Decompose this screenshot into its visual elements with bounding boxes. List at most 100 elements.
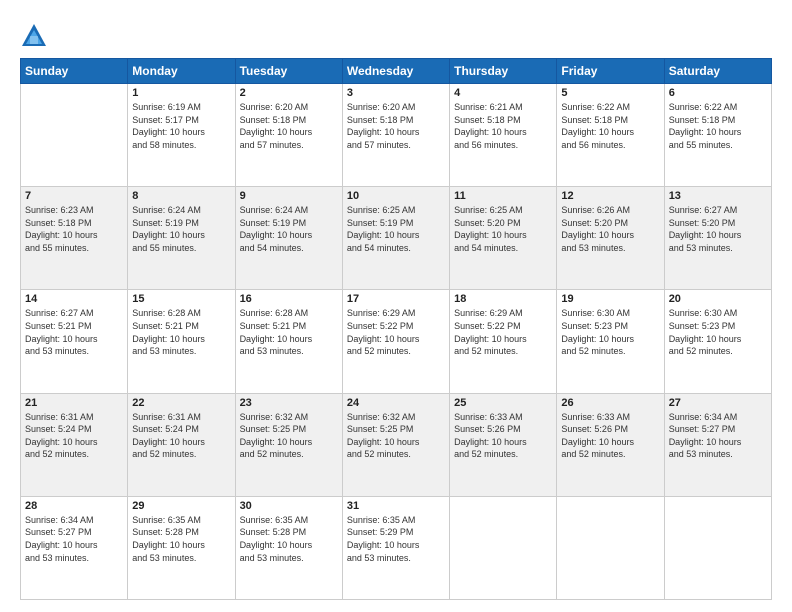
calendar-header-thursday: Thursday [450,59,557,84]
calendar-cell: 31Sunrise: 6:35 AM Sunset: 5:29 PM Dayli… [342,496,449,599]
day-number: 6 [669,87,767,99]
calendar-cell: 15 Sunrise: 6:28 AM Sunset: 5:21 PM Dayli… [128,290,235,393]
day-number: 30 [240,500,338,512]
calendar-cell: 22 Sunrise: 6:31 AM Sunset: 5:24 PM Dayli… [128,393,235,496]
calendar-week-row: 28 Sunrise: 6:34 AM Sunset: 5:27 PM Dayli… [21,496,772,599]
calendar-cell: 6 Sunrise: 6:22 AM Sunset: 5:18 PM Daylig… [664,84,771,187]
day-info: Sunrise: 6:35 AM Sunset: 5:28 PM Dayligh… [240,514,338,564]
day-info: Sunrise: 6:29 AM Sunset: 5:22 PM Dayligh… [454,307,552,357]
day-number: 2 [240,87,338,99]
day-number: 27 [669,397,767,409]
day-info: Sunrise: 6:27 AM Sunset: 5:20 PM Dayligh… [669,204,767,254]
day-number: 4 [454,87,552,99]
day-number: 14 [25,293,123,305]
calendar-cell: 5 Sunrise: 6:22 AM Sunset: 5:18 PM Daylig… [557,84,664,187]
calendar-cell: 23Sunrise: 6:32 AM Sunset: 5:25 PM Dayli… [235,393,342,496]
day-info: Sunrise: 6:24 AM Sunset: 5:19 PM Dayligh… [240,204,338,254]
calendar-cell: 16 Sunrise: 6:28 AM Sunset: 5:21 PM Dayli… [235,290,342,393]
calendar-cell: 10 Sunrise: 6:25 AM Sunset: 5:19 PM Dayli… [342,187,449,290]
header [20,18,772,50]
calendar-cell: 3 Sunrise: 6:20 AM Sunset: 5:18 PM Daylig… [342,84,449,187]
calendar-cell: 14 Sunrise: 6:27 AM Sunset: 5:21 PM Dayli… [21,290,128,393]
calendar-week-row: 21 Sunrise: 6:31 AM Sunset: 5:24 PM Dayli… [21,393,772,496]
calendar-cell: 2 Sunrise: 6:20 AM Sunset: 5:18 PM Daylig… [235,84,342,187]
day-info: Sunrise: 6:22 AM Sunset: 5:18 PM Dayligh… [561,101,659,151]
calendar-header-sunday: Sunday [21,59,128,84]
calendar-cell: 30 Sunrise: 6:35 AM Sunset: 5:28 PM Dayli… [235,496,342,599]
day-number: 28 [25,500,123,512]
day-info: Sunrise: 6:32 AM Sunset: 5:25 PM Dayligh… [240,411,338,461]
day-info: Sunrise: 6:35 AM Sunset: 5:28 PM Dayligh… [132,514,230,564]
day-number: 25 [454,397,552,409]
day-info: Sunrise: 6:26 AM Sunset: 5:20 PM Dayligh… [561,204,659,254]
day-number: 17 [347,293,445,305]
calendar-cell: 17 Sunrise: 6:29 AM Sunset: 5:22 PM Dayli… [342,290,449,393]
day-info: Sunrise: 6:31 AM Sunset: 5:24 PM Dayligh… [132,411,230,461]
calendar-header-friday: Friday [557,59,664,84]
day-number: 26 [561,397,659,409]
day-info: Sunrise: 6:34 AM Sunset: 5:27 PM Dayligh… [25,514,123,564]
calendar-header-monday: Monday [128,59,235,84]
day-info: Sunrise: 6:25 AM Sunset: 5:19 PM Dayligh… [347,204,445,254]
day-number: 5 [561,87,659,99]
calendar-week-row: 1 Sunrise: 6:19 AM Sunset: 5:17 PM Daylig… [21,84,772,187]
day-info: Sunrise: 6:30 AM Sunset: 5:23 PM Dayligh… [669,307,767,357]
day-info: Sunrise: 6:32 AM Sunset: 5:25 PM Dayligh… [347,411,445,461]
day-number: 22 [132,397,230,409]
calendar-cell: 29Sunrise: 6:35 AM Sunset: 5:28 PM Dayli… [128,496,235,599]
calendar-cell [450,496,557,599]
day-info: Sunrise: 6:25 AM Sunset: 5:20 PM Dayligh… [454,204,552,254]
day-info: Sunrise: 6:28 AM Sunset: 5:21 PM Dayligh… [132,307,230,357]
calendar-cell: 24 Sunrise: 6:32 AM Sunset: 5:25 PM Dayli… [342,393,449,496]
day-info: Sunrise: 6:19 AM Sunset: 5:17 PM Dayligh… [132,101,230,151]
day-number: 24 [347,397,445,409]
day-info: Sunrise: 6:27 AM Sunset: 5:21 PM Dayligh… [25,307,123,357]
day-info: Sunrise: 6:33 AM Sunset: 5:26 PM Dayligh… [454,411,552,461]
calendar-cell: 20 Sunrise: 6:30 AM Sunset: 5:23 PM Dayli… [664,290,771,393]
logo [20,22,52,50]
calendar-cell: 13 Sunrise: 6:27 AM Sunset: 5:20 PM Dayli… [664,187,771,290]
calendar-cell [664,496,771,599]
calendar-cell: 9 Sunrise: 6:24 AM Sunset: 5:19 PM Daylig… [235,187,342,290]
day-number: 10 [347,190,445,202]
calendar-cell: 11 Sunrise: 6:25 AM Sunset: 5:20 PM Dayli… [450,187,557,290]
calendar-header-saturday: Saturday [664,59,771,84]
day-info: Sunrise: 6:28 AM Sunset: 5:21 PM Dayligh… [240,307,338,357]
day-number: 13 [669,190,767,202]
day-number: 8 [132,190,230,202]
calendar-table: SundayMondayTuesdayWednesdayThursdayFrid… [20,58,772,600]
calendar-cell: 21 Sunrise: 6:31 AM Sunset: 5:24 PM Dayli… [21,393,128,496]
day-number: 12 [561,190,659,202]
calendar-cell: 4 Sunrise: 6:21 AM Sunset: 5:18 PM Daylig… [450,84,557,187]
day-info: Sunrise: 6:20 AM Sunset: 5:18 PM Dayligh… [347,101,445,151]
calendar-cell: 26 Sunrise: 6:33 AM Sunset: 5:26 PM Dayli… [557,393,664,496]
calendar-cell [557,496,664,599]
day-info: Sunrise: 6:24 AM Sunset: 5:19 PM Dayligh… [132,204,230,254]
calendar-cell: 12 Sunrise: 6:26 AM Sunset: 5:20 PM Dayli… [557,187,664,290]
day-info: Sunrise: 6:33 AM Sunset: 5:26 PM Dayligh… [561,411,659,461]
page: SundayMondayTuesdayWednesdayThursdayFrid… [0,0,792,612]
calendar-week-row: 14 Sunrise: 6:27 AM Sunset: 5:21 PM Dayli… [21,290,772,393]
day-number: 3 [347,87,445,99]
calendar-cell [21,84,128,187]
day-number: 15 [132,293,230,305]
day-info: Sunrise: 6:35 AM Sunset: 5:29 PM Dayligh… [347,514,445,564]
day-number: 19 [561,293,659,305]
calendar-header-wednesday: Wednesday [342,59,449,84]
calendar-header-row: SundayMondayTuesdayWednesdayThursdayFrid… [21,59,772,84]
day-number: 7 [25,190,123,202]
day-info: Sunrise: 6:31 AM Sunset: 5:24 PM Dayligh… [25,411,123,461]
day-number: 1 [132,87,230,99]
calendar-cell: 28 Sunrise: 6:34 AM Sunset: 5:27 PM Dayli… [21,496,128,599]
day-info: Sunrise: 6:21 AM Sunset: 5:18 PM Dayligh… [454,101,552,151]
day-number: 21 [25,397,123,409]
calendar-cell: 1 Sunrise: 6:19 AM Sunset: 5:17 PM Daylig… [128,84,235,187]
day-info: Sunrise: 6:20 AM Sunset: 5:18 PM Dayligh… [240,101,338,151]
day-info: Sunrise: 6:22 AM Sunset: 5:18 PM Dayligh… [669,101,767,151]
day-number: 11 [454,190,552,202]
day-number: 20 [669,293,767,305]
day-number: 9 [240,190,338,202]
calendar-cell: 19Sunrise: 6:30 AM Sunset: 5:23 PM Dayli… [557,290,664,393]
day-number: 16 [240,293,338,305]
day-info: Sunrise: 6:29 AM Sunset: 5:22 PM Dayligh… [347,307,445,357]
